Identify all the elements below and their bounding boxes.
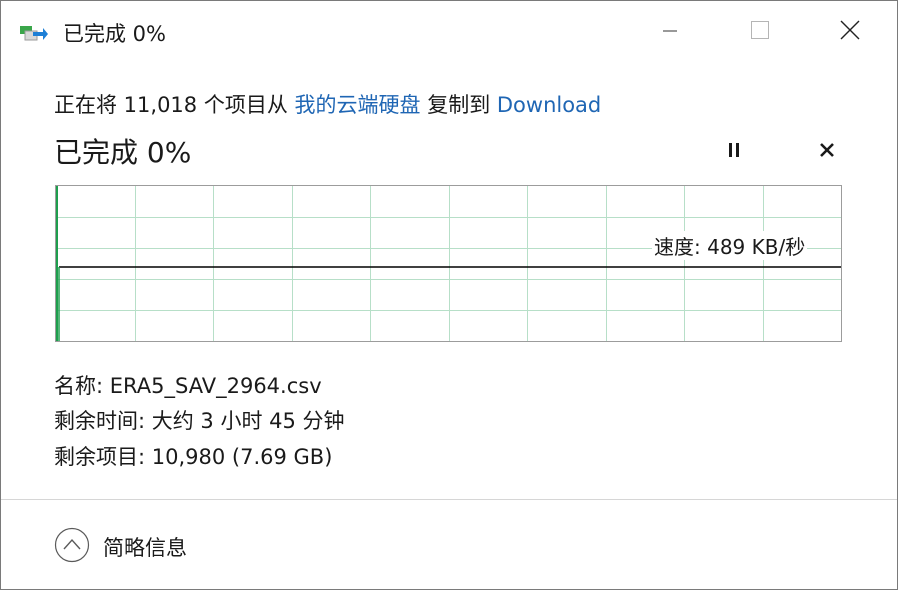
maximize-icon: [751, 21, 769, 43]
speed-graph: 速度: 489 KB/秒: [55, 185, 842, 342]
copy-middle: 复制到: [420, 93, 497, 117]
copy-dialog-window: 已完成 0% 正在将 11,018 个项目从 我的云端硬盘 复制到 Downlo…: [0, 0, 898, 590]
stop-button[interactable]: [810, 135, 844, 169]
minimize-icon: [663, 23, 677, 42]
footer-divider: [1, 499, 897, 500]
items-remaining: 剩余项目: 10,980 (7.69 GB): [54, 445, 333, 469]
copy-prefix: 正在将 11,018 个项目从: [54, 93, 295, 117]
close-icon: [840, 20, 860, 44]
file-name: 名称: ERA5_SAV_2964.csv: [54, 374, 322, 398]
pause-icon: [726, 141, 742, 163]
destination-folder-link[interactable]: Download: [497, 93, 601, 117]
speed-graph-canvas: [56, 186, 841, 341]
window-title: 已完成 0%: [63, 22, 166, 46]
maximize-button[interactable]: [715, 1, 805, 63]
close-window-button[interactable]: [805, 1, 895, 63]
progress-fill: [56, 186, 58, 341]
pause-button[interactable]: [717, 135, 751, 169]
progress-title: 已完成 0%: [54, 136, 192, 169]
source-folder-link[interactable]: 我的云端硬盘: [295, 93, 421, 117]
stop-icon: [819, 142, 835, 162]
speed-label: 速度: 489 KB/秒: [652, 231, 808, 260]
title-bar: 已完成 0%: [1, 1, 897, 63]
chevron-up-icon: [54, 527, 90, 567]
fewer-details-button[interactable]: [54, 527, 90, 563]
fewer-details-label[interactable]: 简略信息: [103, 532, 187, 562]
time-remaining: 剩余时间: 大约 3 小时 45 分钟: [54, 409, 345, 433]
file-copy-icon: [19, 23, 49, 43]
minimize-button[interactable]: [625, 1, 715, 63]
graph-grid: [56, 186, 841, 341]
copy-description: 正在将 11,018 个项目从 我的云端硬盘 复制到 Download: [54, 89, 601, 119]
